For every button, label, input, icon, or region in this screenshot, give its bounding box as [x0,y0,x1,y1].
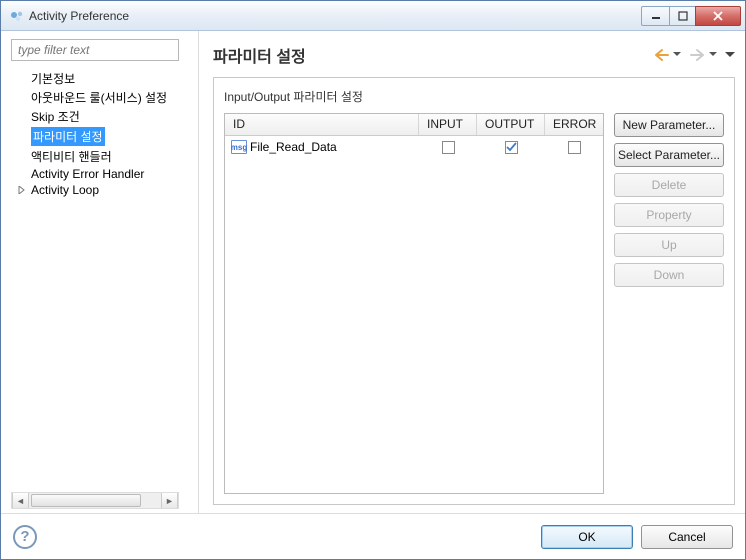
main-panel: 파라미터 설정 Input/Output 파라미터 설정 [199,31,745,513]
nav-item-outbound-rule[interactable]: 아웃바운드 룰(서비스) 설정 [11,88,194,107]
expand-arrow-icon[interactable] [17,186,27,194]
cell-id: msg File_Read_Data [225,138,419,156]
nav-item-skip-condition[interactable]: Skip 조건 [11,107,194,126]
main-header: 파라미터 설정 [213,39,735,77]
nav-item-activity-handler[interactable]: 액티비티 핸들러 [11,147,194,166]
table-header: ID INPUT OUTPUT ERROR [225,114,603,136]
new-parameter-button[interactable]: New Parameter... [614,113,724,137]
col-output[interactable]: OUTPUT [477,114,545,135]
cell-id-text: File_Read_Data [250,140,337,154]
parameter-table: ID INPUT OUTPUT ERROR msg File_Read_Data [224,113,604,494]
scroll-right-icon[interactable]: ► [161,493,178,508]
nav-item-basic-info[interactable]: 기본정보 [11,69,194,88]
ok-button[interactable]: OK [541,525,633,549]
help-icon[interactable]: ? [13,525,37,549]
nav-item-activity-loop[interactable]: Activity Loop [11,182,194,198]
nav-back-icon[interactable] [653,48,671,62]
cell-output [477,139,545,156]
maximize-button[interactable] [669,6,695,26]
nav-tree: 기본정보 아웃바운드 룰(서비스) 설정 Skip 조건 파라미터 설정 액티비… [11,69,194,488]
page-title: 파라미터 설정 [213,43,306,67]
footer: ? OK Cancel [1,513,745,559]
delete-button[interactable]: Delete [614,173,724,197]
down-button[interactable]: Down [614,263,724,287]
scroll-left-icon[interactable]: ◄ [12,493,29,508]
col-input[interactable]: INPUT [419,114,477,135]
up-button[interactable]: Up [614,233,724,257]
filter-input[interactable] [11,39,179,61]
cell-input [419,139,477,156]
activity-preference-window: Activity Preference 기본정보 아웃바운드 룰(서비스) 설정… [0,0,746,560]
error-checkbox[interactable] [568,141,581,154]
nav-item-parameter-setting[interactable]: 파라미터 설정 [11,126,194,147]
minimize-button[interactable] [641,6,669,26]
select-parameter-button[interactable]: Select Parameter... [614,143,724,167]
output-checkbox[interactable] [505,141,518,154]
input-checkbox[interactable] [442,141,455,154]
nav-back-dropdown-icon[interactable] [673,47,681,64]
button-column: New Parameter... Select Parameter... Del… [614,113,724,494]
msg-icon: msg [231,140,247,154]
sidebar-hscrollbar[interactable]: ◄ ► [11,492,179,509]
col-error[interactable]: ERROR [545,114,603,135]
titlebar: Activity Preference [1,1,745,31]
scroll-track[interactable] [29,493,161,508]
cell-error [545,139,603,156]
nav-forward-dropdown-icon[interactable] [709,47,717,64]
close-button[interactable] [695,6,741,26]
header-nav-arrows [653,47,735,64]
view-menu-dropdown-icon[interactable] [725,47,735,64]
cancel-button[interactable]: Cancel [641,525,733,549]
nav-item-error-handler[interactable]: Activity Error Handler [11,166,194,182]
window-title: Activity Preference [29,9,641,23]
nav-forward-icon[interactable] [689,48,707,62]
scroll-thumb[interactable] [31,494,141,507]
panel-subtitle: Input/Output 파라미터 설정 [224,88,724,105]
property-button[interactable]: Property [614,203,724,227]
sidebar: 기본정보 아웃바운드 룰(서비스) 설정 Skip 조건 파라미터 설정 액티비… [1,31,199,513]
parameter-panel: Input/Output 파라미터 설정 ID INPUT OUTPUT ERR… [213,77,735,505]
col-id[interactable]: ID [225,114,419,135]
window-controls [641,6,741,26]
app-icon [9,8,25,24]
table-row[interactable]: msg File_Read_Data [225,136,603,158]
content-area: 기본정보 아웃바운드 룰(서비스) 설정 Skip 조건 파라미터 설정 액티비… [1,31,745,513]
